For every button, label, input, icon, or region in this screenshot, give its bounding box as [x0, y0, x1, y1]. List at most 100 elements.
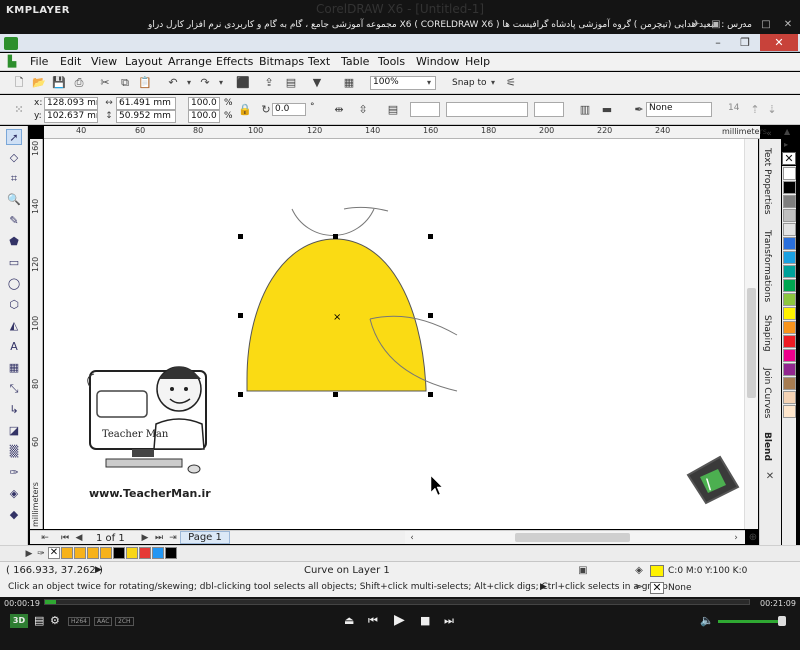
align-icon[interactable]: ▥ [578, 103, 592, 117]
document-icon[interactable]: ▙ [5, 55, 19, 69]
palette-scroll-up-icon[interactable]: ▲ [784, 127, 790, 136]
page-add-icon[interactable]: ⇤ [38, 531, 52, 545]
doc-no-color-swatch[interactable]: ✕ [48, 547, 60, 559]
object-origin-icon[interactable]: ⁙ [12, 103, 26, 117]
snap-to-button[interactable]: Snap to [452, 78, 487, 88]
horizontal-scroll-thumb[interactable] [515, 533, 630, 542]
seek-bar[interactable] [44, 599, 750, 605]
page-add-end-icon[interactable]: ⇥ [166, 531, 180, 545]
y-position-field[interactable]: 102.637 mm [44, 110, 98, 123]
dimension-tool-icon[interactable]: ⤡ [6, 381, 22, 397]
docker-collapse-icon[interactable]: « [762, 127, 776, 141]
scroll-left-icon[interactable]: ‹ [405, 531, 419, 545]
player-maximize-icon[interactable]: □ [760, 19, 772, 31]
connector-tool-icon[interactable]: ↳ [6, 402, 22, 418]
menu-effects[interactable]: Effects [216, 55, 253, 68]
coords-arrow-icon[interactable]: ▶ [95, 565, 102, 575]
lock-ratio-icon[interactable]: 🔒 [238, 103, 252, 117]
prev-page-icon[interactable]: ◀ [72, 531, 86, 545]
font-size-up-icon[interactable]: ⇡ [748, 103, 762, 117]
polygon-tool-icon[interactable]: ⬡ [6, 297, 22, 313]
shape-tool-icon[interactable]: ◇ [6, 150, 22, 166]
ellipse-tool-icon[interactable]: ◯ [6, 276, 22, 292]
hint-arrow-icon[interactable]: ▶ [540, 582, 547, 592]
docker-close-icon[interactable]: ✕ [763, 470, 777, 484]
volume-knob[interactable] [778, 616, 786, 626]
document-palette-swatch[interactable] [87, 547, 99, 559]
drawing-canvas[interactable]: × Teacher Man [44, 139, 744, 529]
document-palette-swatch[interactable] [126, 547, 138, 559]
palette-swatch[interactable] [783, 237, 796, 250]
horizontal-ruler[interactable]: 40 60 80 100 120 140 160 180 200 220 240 [44, 126, 760, 139]
vertical-scroll-thumb[interactable] [747, 288, 756, 398]
menu-bitmaps[interactable]: Bitmaps [259, 55, 304, 68]
copy-icon[interactable]: ⧉ [118, 76, 132, 90]
menu-window[interactable]: Window [416, 55, 459, 68]
palette-swatch[interactable] [783, 391, 796, 404]
fill-color-swatch[interactable] [650, 565, 664, 577]
palette-menu-icon[interactable]: ▸ [784, 140, 788, 149]
application-launcher-icon[interactable]: ▼ [310, 76, 324, 90]
fill-preview[interactable] [410, 102, 440, 117]
next-icon[interactable]: ⏭ [444, 614, 454, 628]
paste-icon[interactable]: 📋 [138, 76, 152, 90]
text-tool-icon[interactable]: A [6, 339, 22, 355]
stop-icon[interactable]: ■ [420, 614, 430, 627]
width-field[interactable]: 61.491 mm [116, 97, 176, 110]
outline-none-swatch[interactable]: ✕ [650, 582, 664, 594]
palette-swatch[interactable] [783, 209, 796, 222]
print-icon[interactable]: ⎙ [72, 76, 86, 90]
scroll-right-icon[interactable]: › [729, 531, 743, 545]
crop-tool-icon[interactable]: ⌗ [6, 171, 22, 187]
document-palette-swatch[interactable] [113, 547, 125, 559]
play-icon[interactable]: ▶ [394, 612, 405, 628]
document-palette-swatch[interactable] [100, 547, 112, 559]
palette-swatch[interactable] [783, 307, 796, 320]
rectangle-tool-icon[interactable]: ▭ [6, 255, 22, 271]
palette-swatch[interactable] [783, 405, 796, 418]
undo-dropdown-icon[interactable]: ▾ [182, 76, 196, 90]
transparency-tool-icon[interactable]: ▒ [6, 444, 22, 460]
palette-swatch[interactable] [783, 251, 796, 264]
undo-icon[interactable]: ↶ [166, 76, 180, 90]
document-palette-swatch[interactable] [61, 547, 73, 559]
palette-swatch[interactable] [783, 363, 796, 376]
docker-tab-blend[interactable]: Blend [762, 432, 772, 461]
document-palette-swatch[interactable] [139, 547, 151, 559]
next-page-icon[interactable]: ▶ [138, 531, 152, 545]
font-size-down-icon[interactable]: ⇣ [765, 103, 779, 117]
blend-tool-icon[interactable]: ◪ [6, 423, 22, 439]
first-page-icon[interactable]: ⏮ [58, 531, 72, 545]
outline-tool-icon[interactable]: ◈ [6, 486, 22, 502]
corner-icon[interactable]: ▬ [600, 103, 614, 117]
publish-pdf-icon[interactable]: ▤ [284, 76, 298, 90]
minimize-button[interactable]: – [708, 35, 728, 51]
previous-icon[interactable]: ⏮ [368, 614, 378, 628]
pick-tool-icon[interactable]: ➚ [6, 129, 22, 145]
freehand-tool-icon[interactable]: ✎ [6, 213, 22, 229]
drawing-surface[interactable]: × Teacher Man [44, 139, 744, 529]
outline-width-select[interactable]: None [646, 102, 712, 117]
basic-shapes-icon[interactable]: ◭ [6, 318, 22, 334]
x-position-field[interactable]: 128.093 mm [44, 97, 98, 110]
palette-swatch[interactable] [783, 181, 796, 194]
docker-tab-shaping[interactable]: Shaping [762, 315, 772, 352]
coreldraw-app-icon[interactable] [4, 37, 18, 50]
mirror-horizontal-icon[interactable]: ⇹ [332, 103, 346, 117]
redo-dropdown-icon[interactable]: ▾ [214, 76, 228, 90]
open-icon[interactable]: 📂 [32, 76, 46, 90]
document-palette-swatch[interactable] [152, 547, 164, 559]
mirror-vertical-icon[interactable]: ⇳ [356, 103, 370, 117]
palette-swatch[interactable] [783, 293, 796, 306]
cut-icon[interactable]: ✂ [98, 76, 112, 90]
volume-slider[interactable] [718, 620, 784, 623]
player-menu-icon[interactable]: ▣ [710, 19, 722, 31]
menu-help[interactable]: Help [465, 55, 490, 68]
restore-button[interactable]: ❐ [735, 35, 755, 51]
palette-swatch[interactable] [783, 167, 796, 180]
snap-dropdown-icon[interactable]: ▾ [486, 76, 500, 90]
menu-arrange[interactable]: Arrange [168, 55, 212, 68]
palette-swatch[interactable] [783, 377, 796, 390]
center-marker[interactable]: × [333, 312, 341, 323]
docker-tab-text-properties[interactable]: Text Properties [762, 148, 772, 215]
